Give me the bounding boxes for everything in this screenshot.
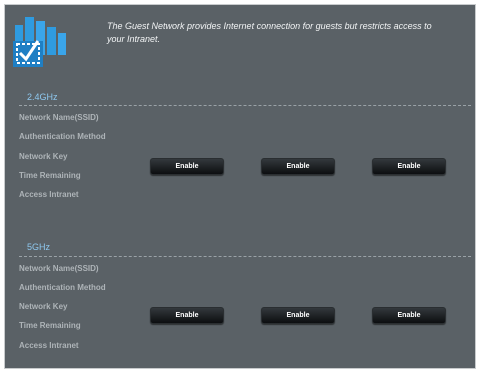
enable-button-2-4ghz-2[interactable]: Enable	[261, 158, 335, 175]
label-network-name-ssid: Network Name(SSID)	[19, 113, 99, 122]
label-time-remaining: Time Remaining	[19, 171, 81, 180]
label-network-key: Network Key	[19, 152, 68, 161]
label-authentication-method: Authentication Method	[19, 283, 106, 292]
label-authentication-method: Authentication Method	[19, 132, 106, 141]
enable-button-5ghz-2[interactable]: Enable	[261, 307, 335, 324]
guest-network-panel: The Guest Network provides Internet conn…	[4, 4, 476, 369]
band-title-2-4ghz: 2.4GHz	[27, 92, 58, 102]
label-network-key: Network Key	[19, 302, 68, 311]
label-network-name-ssid: Network Name(SSID)	[19, 264, 99, 273]
guest-network-icon	[13, 17, 66, 67]
label-access-intranet: Access Intranet	[19, 341, 79, 350]
label-access-intranet: Access Intranet	[19, 190, 79, 199]
band-divider	[19, 256, 471, 257]
guest-network-description: The Guest Network provides Internet conn…	[107, 21, 432, 44]
band-divider	[19, 105, 471, 106]
label-time-remaining: Time Remaining	[19, 321, 81, 330]
enable-button-2-4ghz-3[interactable]: Enable	[372, 158, 446, 175]
enable-button-5ghz-1[interactable]: Enable	[150, 307, 224, 324]
enable-button-5ghz-3[interactable]: Enable	[372, 307, 446, 324]
enable-button-2-4ghz-1[interactable]: Enable	[150, 158, 224, 175]
band-title-5ghz: 5GHz	[27, 242, 51, 252]
